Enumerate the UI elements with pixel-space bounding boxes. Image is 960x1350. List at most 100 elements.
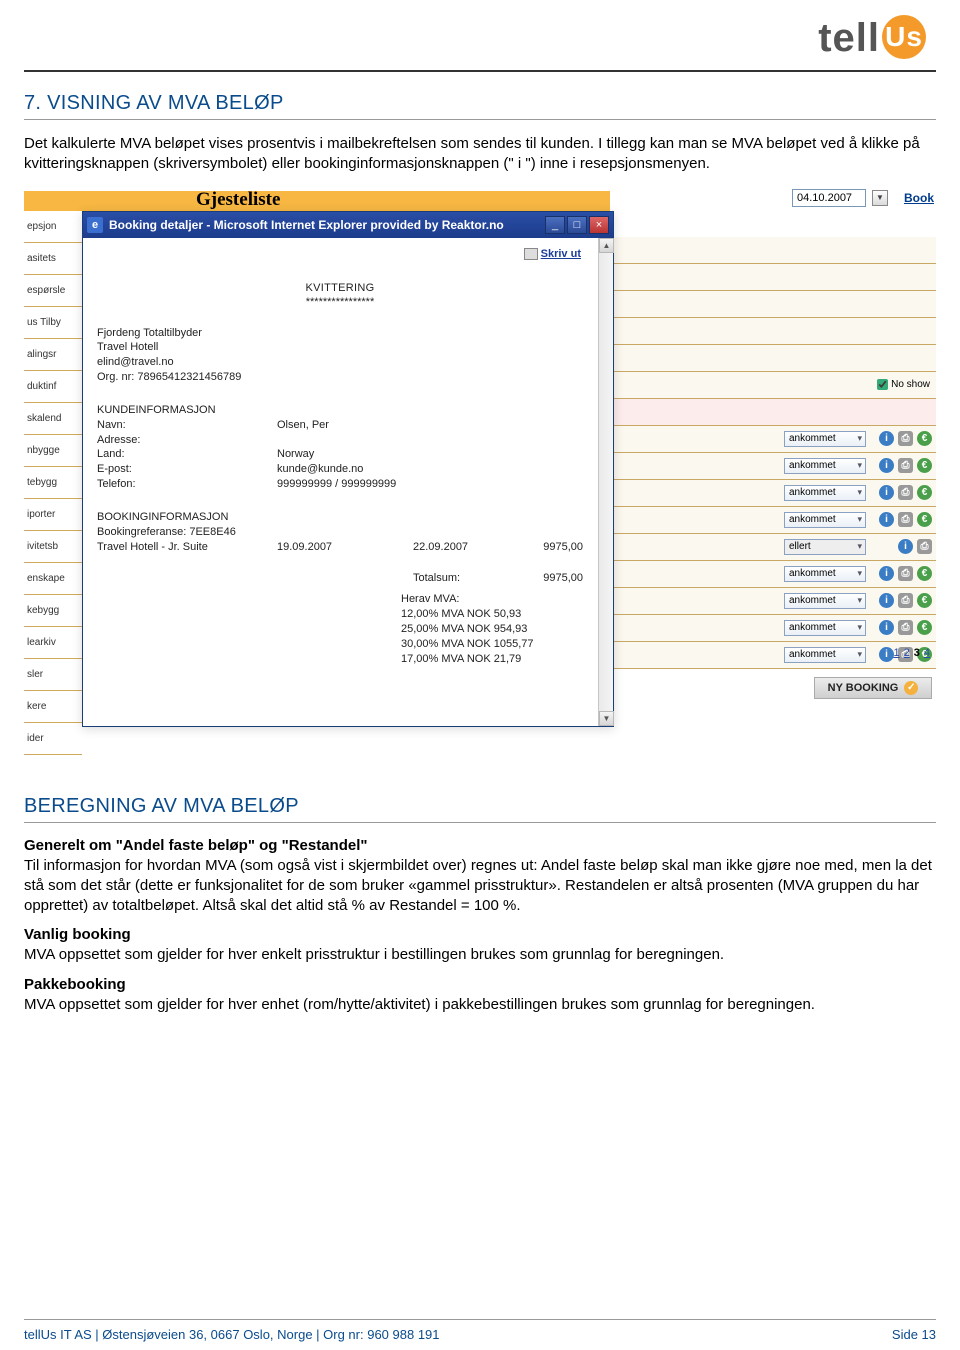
sidebar-item[interactable]: kebygg bbox=[24, 595, 82, 627]
gjesteliste-heading: Gjesteliste bbox=[196, 189, 280, 211]
sidebar-item[interactable]: enskape bbox=[24, 563, 82, 595]
table-row: ankommet i ⎙ € bbox=[610, 507, 936, 534]
table-row bbox=[610, 237, 936, 264]
euro-icon[interactable]: € bbox=[917, 593, 932, 608]
euro-icon[interactable]: € bbox=[917, 566, 932, 581]
euro-icon[interactable]: € bbox=[917, 512, 932, 527]
table-row bbox=[610, 264, 936, 291]
print-icon[interactable]: ⎙ bbox=[898, 620, 913, 635]
table-row: ankommet i ⎙ € bbox=[610, 480, 936, 507]
euro-icon[interactable]: € bbox=[917, 485, 932, 500]
popup-content: Skriv ut KVITTERING **************** Fjo… bbox=[83, 238, 597, 726]
footer-right: Side 13 bbox=[892, 1327, 936, 1342]
print-icon[interactable]: ⎙ bbox=[898, 593, 913, 608]
info-icon[interactable]: i bbox=[879, 593, 894, 608]
popup-window: e Booking detaljer - Microsoft Internet … bbox=[82, 211, 614, 727]
date-input[interactable] bbox=[792, 189, 866, 207]
scrollbar[interactable]: ▲ ▼ bbox=[598, 238, 613, 726]
sidebar-item[interactable]: ider bbox=[24, 723, 82, 755]
vanlig-heading: Vanlig booking bbox=[24, 926, 936, 943]
titlebar: e Booking detaljer - Microsoft Internet … bbox=[83, 212, 613, 238]
sidebar-item[interactable]: nbygge bbox=[24, 435, 82, 467]
sidebar-item[interactable]: us Tilby bbox=[24, 307, 82, 339]
sidebar-item[interactable]: iporter bbox=[24, 499, 82, 531]
info-icon[interactable]: i bbox=[879, 458, 894, 473]
generelt-heading: Generelt om "Andel faste beløp" og "Rest… bbox=[24, 837, 936, 854]
generelt-paragraph: Til informasjon for hvordan MVA (som ogs… bbox=[24, 856, 936, 917]
section-rule bbox=[24, 119, 936, 120]
printer-icon bbox=[524, 248, 538, 260]
info-icon[interactable]: i bbox=[898, 539, 913, 554]
close-button[interactable]: × bbox=[589, 216, 609, 234]
sidebar-item[interactable]: kere bbox=[24, 691, 82, 723]
page-4[interactable]: 4 bbox=[924, 647, 930, 659]
info-icon[interactable]: i bbox=[879, 431, 894, 446]
page-2[interactable]: 2 bbox=[904, 647, 910, 659]
page-1[interactable]: 1 bbox=[894, 647, 900, 659]
sidebar-item[interactable]: learkiv bbox=[24, 627, 82, 659]
table-row: ankommet i ⎙ € bbox=[610, 453, 936, 480]
sidebar-item[interactable]: alingsr bbox=[24, 339, 82, 371]
check-icon: ✓ bbox=[904, 681, 918, 695]
print-icon[interactable]: ⎙ bbox=[898, 458, 913, 473]
status-select[interactable]: ankommet bbox=[784, 431, 866, 447]
sidebar-item[interactable]: tebygg bbox=[24, 467, 82, 499]
info-icon[interactable]: i bbox=[879, 566, 894, 581]
status-select[interactable]: ankommet bbox=[784, 620, 866, 636]
sidebar-item[interactable]: duktinf bbox=[24, 371, 82, 403]
provider-block: Fjordeng Totaltilbyder Travel Hotell eli… bbox=[97, 326, 583, 385]
table-row bbox=[610, 399, 936, 426]
sidebar-item[interactable]: sler bbox=[24, 659, 82, 691]
status-select[interactable]: ankommet bbox=[784, 512, 866, 528]
section-rule bbox=[24, 822, 936, 823]
maximize-button[interactable]: □ bbox=[567, 216, 587, 234]
info-icon[interactable]: i bbox=[879, 647, 894, 662]
scroll-up-icon[interactable]: ▲ bbox=[599, 238, 614, 253]
booking-rows: No show ankommet i ⎙ € ankommet i ⎙ € ankommet… bbox=[610, 237, 936, 669]
sidebar-item[interactable]: epsjon bbox=[24, 211, 82, 243]
sidebar-item[interactable]: espørsle bbox=[24, 275, 82, 307]
mva-block: Herav MVA: 12,00% MVA NOK 50,93 25,00% M… bbox=[401, 592, 583, 666]
kunde-block: KUNDEINFORMASJON Navn:Olsen, Per Adresse… bbox=[97, 403, 583, 492]
intro-paragraph: Det kalkulerte MVA beløpet vises prosent… bbox=[24, 134, 936, 175]
info-icon[interactable]: i bbox=[879, 485, 894, 500]
status-select[interactable]: ankommet bbox=[784, 566, 866, 582]
footer-left: tellUs IT AS | Østensjøveien 36, 0667 Os… bbox=[24, 1327, 440, 1342]
sidebar-nav: epsjon asitets espørsle us Tilby alingsr… bbox=[24, 211, 82, 755]
ie-icon: e bbox=[87, 217, 103, 233]
table-row: ankommet i ⎙ € bbox=[610, 426, 936, 453]
date-picker-icon[interactable]: ▼ bbox=[872, 190, 888, 206]
status-select[interactable]: ankommet bbox=[784, 647, 866, 663]
sidebar-item[interactable]: ivitetsb bbox=[24, 531, 82, 563]
print-icon[interactable]: ⎙ bbox=[898, 485, 913, 500]
info-icon[interactable]: i bbox=[879, 512, 894, 527]
no-show-checkbox[interactable]: No show bbox=[877, 379, 930, 390]
status-select[interactable]: ankommet bbox=[784, 458, 866, 474]
kvittering-sep: **************** bbox=[97, 296, 583, 308]
print-icon[interactable]: ⎙ bbox=[898, 566, 913, 581]
print-icon[interactable]: ⎙ bbox=[917, 539, 932, 554]
scroll-down-icon[interactable]: ▼ bbox=[599, 711, 614, 726]
status-select[interactable]: ankommet bbox=[784, 593, 866, 609]
status-select[interactable]: ellert bbox=[784, 539, 866, 555]
screenshot: Gjesteliste epsjon asitets espørsle us T… bbox=[24, 187, 936, 773]
euro-icon[interactable]: € bbox=[917, 431, 932, 446]
page-footer: tellUs IT AS | Østensjøveien 36, 0667 Os… bbox=[24, 1327, 936, 1342]
skriv-ut-link[interactable]: Skriv ut bbox=[524, 248, 581, 260]
euro-icon[interactable]: € bbox=[917, 458, 932, 473]
print-icon[interactable]: ⎙ bbox=[898, 431, 913, 446]
minimize-button[interactable]: _ bbox=[545, 216, 565, 234]
book-link[interactable]: Book bbox=[904, 191, 934, 205]
pakke-heading: Pakkebooking bbox=[24, 976, 936, 993]
top-rule bbox=[24, 70, 936, 72]
sidebar-item[interactable]: asitets bbox=[24, 243, 82, 275]
ny-booking-button[interactable]: NY BOOKING✓ bbox=[814, 677, 932, 699]
page-3[interactable]: 3 bbox=[914, 647, 920, 659]
status-select[interactable]: ankommet bbox=[784, 485, 866, 501]
sidebar-item[interactable]: skalend bbox=[24, 403, 82, 435]
info-icon[interactable]: i bbox=[879, 620, 894, 635]
totalsum-row: Totalsum:9975,00 bbox=[97, 572, 583, 584]
print-icon[interactable]: ⎙ bbox=[898, 512, 913, 527]
table-row: ankommet i ⎙ € bbox=[610, 561, 936, 588]
euro-icon[interactable]: € bbox=[917, 620, 932, 635]
